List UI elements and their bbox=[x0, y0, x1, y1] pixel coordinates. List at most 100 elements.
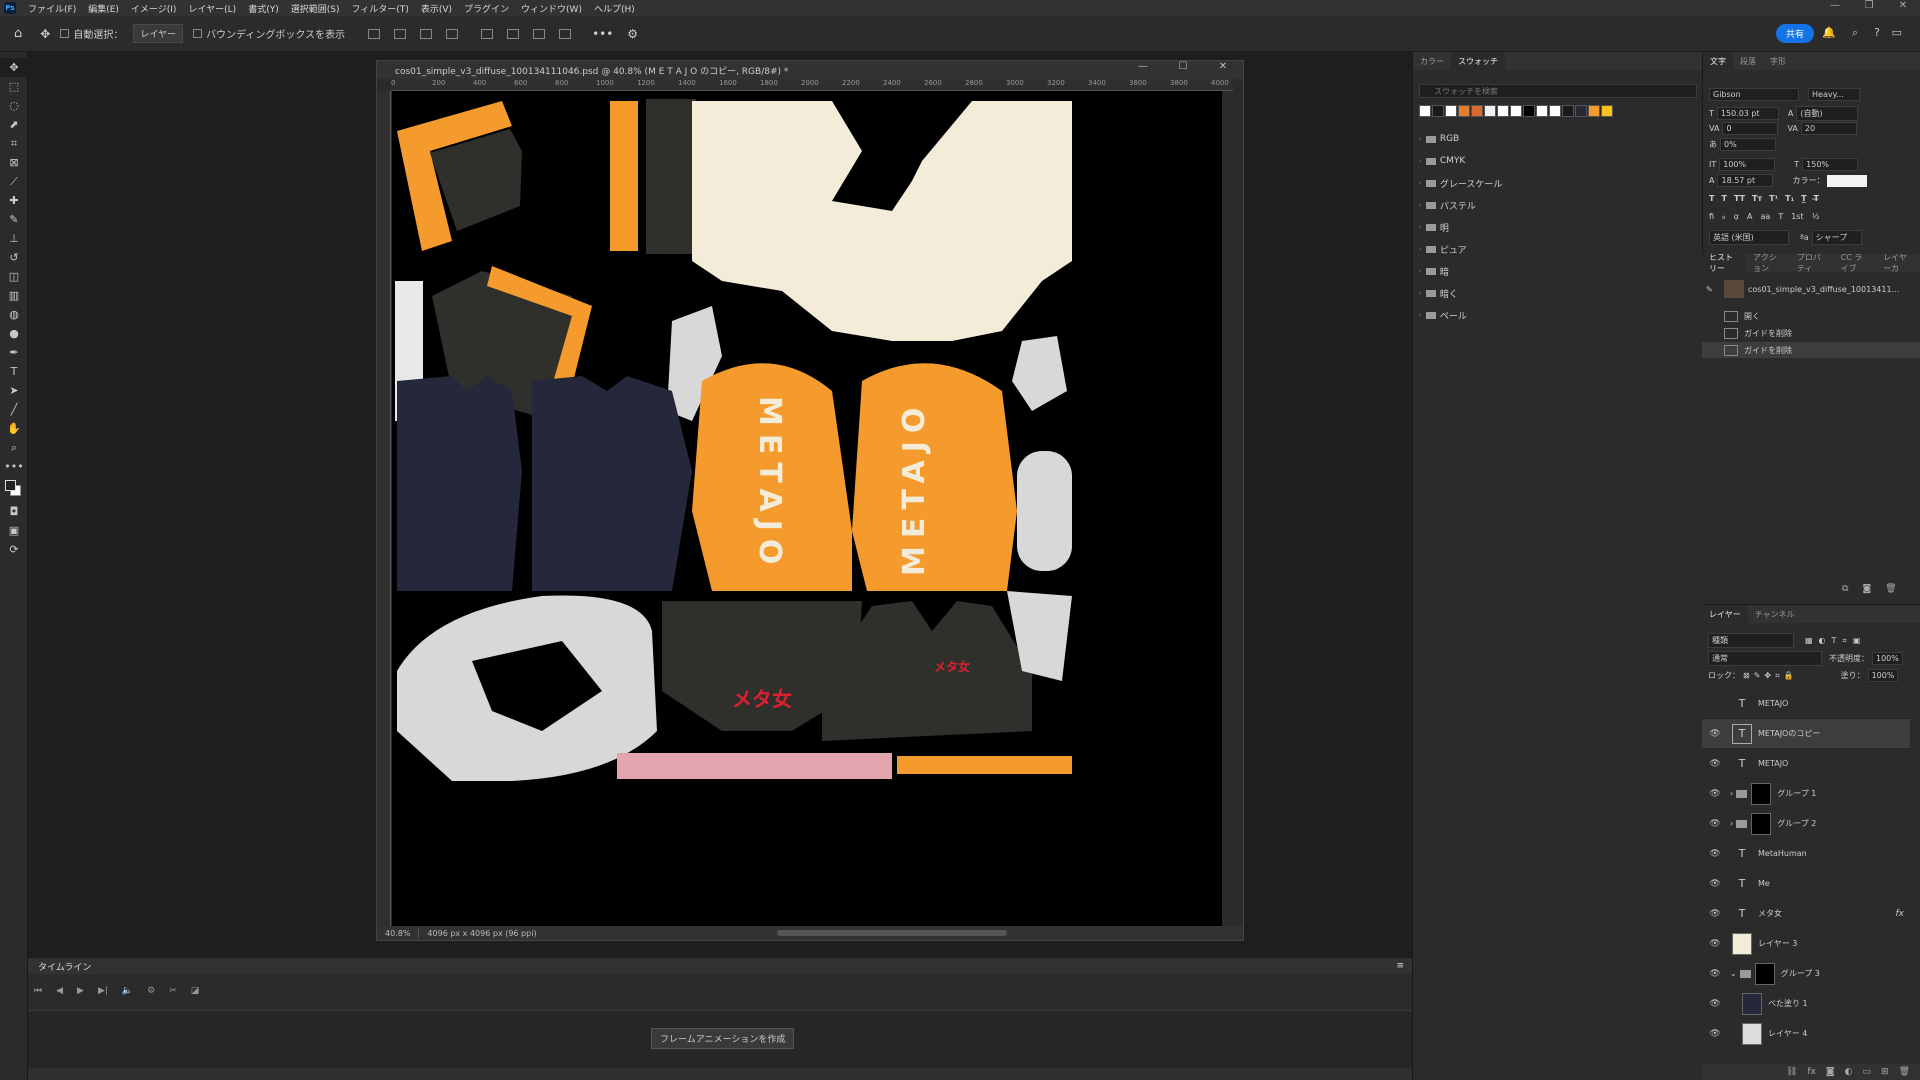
tab-properties[interactable]: プロパティ bbox=[1790, 252, 1834, 274]
camera-icon[interactable]: ◙ bbox=[1862, 584, 1871, 594]
stamp-tool-icon[interactable]: ⊥ bbox=[0, 229, 28, 248]
align-middle-icon[interactable] bbox=[507, 28, 520, 39]
ligature-icon[interactable]: fi bbox=[1709, 212, 1714, 221]
tsume-field[interactable]: 0% bbox=[1720, 138, 1776, 151]
line-tool-icon[interactable]: ╱ bbox=[0, 400, 28, 419]
settings-icon[interactable]: ⚙ bbox=[147, 986, 155, 996]
font-style-dropdown[interactable]: Heavy... bbox=[1808, 88, 1860, 101]
menu-help[interactable]: ヘルプ(H) bbox=[588, 2, 641, 15]
horizontal-scrollbar[interactable] bbox=[777, 930, 1007, 936]
distribute-icon[interactable] bbox=[446, 28, 459, 39]
layer-row[interactable]: 👁 T METAJO bbox=[1702, 749, 1910, 779]
stylistic-icon[interactable]: ᾳ bbox=[1734, 212, 1739, 221]
swatch-folder-light[interactable]: › 明 bbox=[1419, 217, 1449, 237]
image-canvas[interactable]: METAJO METAJO メタ女 メタ女 bbox=[392, 91, 1222, 927]
color-swatch[interactable] bbox=[1432, 105, 1444, 117]
close-icon[interactable]: ✕ bbox=[1886, 0, 1920, 11]
trash-icon[interactable]: 🗑 bbox=[1885, 584, 1896, 594]
next-frame-icon[interactable]: ▶| bbox=[98, 986, 108, 996]
maximize-icon[interactable]: ❐ bbox=[1852, 0, 1886, 11]
doc-minimize-icon[interactable]: — bbox=[1123, 61, 1163, 72]
opacity-field[interactable]: 100% bbox=[1872, 652, 1903, 665]
foreground-color-swatch[interactable] bbox=[5, 480, 16, 491]
color-swatch[interactable] bbox=[1588, 105, 1600, 117]
menu-layer[interactable]: レイヤー(L) bbox=[182, 2, 242, 15]
layer-row[interactable]: 👁 T MetaHuman bbox=[1702, 839, 1910, 869]
eye-icon[interactable]: 👁 bbox=[1708, 759, 1722, 769]
layer-filter-icons[interactable]: ▦◐T⌗▣ bbox=[1805, 636, 1867, 646]
screen-mode-icon[interactable]: ▣ bbox=[0, 521, 28, 540]
color-swatch[interactable] bbox=[1549, 105, 1561, 117]
color-swatch[interactable] bbox=[1419, 105, 1431, 117]
superscript-icon[interactable]: T¹ bbox=[1769, 194, 1778, 203]
eye-icon[interactable]: 👁 bbox=[1708, 909, 1722, 919]
tracking-field[interactable]: 20 bbox=[1800, 122, 1857, 135]
history-item[interactable]: ガイドを削除 bbox=[1702, 325, 1920, 341]
swatch-search-input[interactable]: スウォッチを検索 bbox=[1419, 84, 1697, 98]
eye-icon[interactable]: 👁 bbox=[1708, 849, 1722, 859]
layer-style-icon[interactable]: fx bbox=[1807, 1067, 1816, 1077]
color-swatch[interactable] bbox=[1471, 105, 1483, 117]
link-layers-icon[interactable]: ⛓ bbox=[1786, 1067, 1797, 1077]
all-caps-icon[interactable]: TT bbox=[1734, 194, 1745, 203]
create-frame-animation-button[interactable]: フレームアニメーションを作成 bbox=[651, 1028, 795, 1049]
tab-swatches[interactable]: スウォッチ bbox=[1451, 52, 1505, 70]
leading-field[interactable]: (自動) bbox=[1796, 106, 1859, 121]
swatch-folder-pastel[interactable]: › パステル bbox=[1419, 195, 1476, 215]
small-caps-icon[interactable]: Tт bbox=[1752, 194, 1762, 203]
frame-tool-icon[interactable]: ⊠ bbox=[0, 153, 28, 172]
dodge-tool-icon[interactable]: ● bbox=[0, 324, 28, 343]
history-snapshot[interactable]: ✎ cos01_simple_v3_diffuse_10013411... bbox=[1702, 278, 1920, 300]
more-options-icon[interactable]: ••• bbox=[592, 27, 613, 41]
menu-type[interactable]: 書式(Y) bbox=[242, 2, 285, 15]
distribute-vertical-icon[interactable] bbox=[559, 28, 572, 39]
settings-icon[interactable]: ⚙ bbox=[627, 27, 638, 41]
layer-row[interactable]: 👁 › グループ 2 bbox=[1702, 809, 1910, 839]
zoom-level[interactable]: 40.8% bbox=[377, 928, 420, 938]
add-mask-icon[interactable]: ◙ bbox=[1826, 1067, 1835, 1077]
anti-alias-dropdown[interactable]: シャープ bbox=[1811, 230, 1862, 245]
eye-icon[interactable]: 👁 bbox=[1708, 969, 1722, 979]
color-swatch[interactable] bbox=[1523, 105, 1535, 117]
play-icon[interactable]: ▶ bbox=[77, 986, 84, 996]
eye-icon[interactable]: 👁 bbox=[1708, 1029, 1722, 1039]
zoom-tool-icon[interactable]: ⌕ bbox=[0, 438, 28, 457]
pen-tool-icon[interactable]: ✒ bbox=[0, 343, 28, 362]
color-swatch[interactable] bbox=[1562, 105, 1574, 117]
crop-tool-icon[interactable]: ⌗ bbox=[0, 134, 28, 153]
tab-layers[interactable]: レイヤー bbox=[1702, 605, 1748, 623]
prev-frame-icon[interactable]: ◀ bbox=[56, 986, 63, 996]
audio-icon[interactable]: 🔈 bbox=[122, 986, 133, 996]
layer-row[interactable]: 👁 ⌄ グループ 3 bbox=[1702, 959, 1910, 989]
underline-icon[interactable]: T̲ bbox=[1801, 194, 1806, 203]
search-icon[interactable]: ⌕ bbox=[1852, 26, 1858, 40]
object-select-tool-icon[interactable]: ⬈ bbox=[0, 115, 28, 134]
titling-icon[interactable]: A bbox=[1747, 212, 1752, 221]
strikethrough-icon[interactable]: T̶ bbox=[1814, 194, 1819, 203]
gradient-tool-icon[interactable]: ▥ bbox=[0, 286, 28, 305]
tab-actions[interactable]: アクション bbox=[1746, 252, 1790, 274]
first-frame-icon[interactable]: ⏮ bbox=[34, 986, 42, 996]
marquee-tool-icon[interactable]: ⬚ bbox=[0, 77, 28, 96]
layer-row[interactable]: 👁 レイヤー 4 bbox=[1702, 1019, 1910, 1049]
tab-history[interactable]: ヒストリー bbox=[1702, 253, 1747, 273]
history-item-selected[interactable]: ガイドを削除 bbox=[1702, 342, 1920, 358]
auto-select-option[interactable]: 自動選択： bbox=[60, 26, 123, 41]
language-dropdown[interactable]: 英語 (米国) bbox=[1709, 230, 1789, 245]
adjustment-layer-icon[interactable]: ◐ bbox=[1845, 1067, 1853, 1077]
history-brush-icon[interactable]: ↺ bbox=[0, 248, 28, 267]
color-swatch[interactable] bbox=[1536, 105, 1548, 117]
document-title-bar[interactable]: cos01_simple_v3_diffuse_100134111046.psd… bbox=[377, 61, 1243, 79]
layer-row[interactable]: 👁 T メタ女 fx bbox=[1702, 899, 1910, 929]
horizontal-scale-field[interactable]: 150% bbox=[1802, 158, 1859, 171]
help-icon[interactable]: ? bbox=[1874, 26, 1880, 39]
doc-close-icon[interactable]: ✕ bbox=[1203, 61, 1243, 72]
layer-row-selected[interactable]: 👁 T METAJOのコピー bbox=[1702, 719, 1910, 749]
layer-effects-badge[interactable]: fx bbox=[1896, 909, 1905, 919]
color-swatch[interactable] bbox=[1510, 105, 1522, 117]
swatch-folder-grayscale[interactable]: › グレースケール bbox=[1419, 173, 1502, 193]
layer-filter-dropdown[interactable]: 種類 bbox=[1708, 633, 1794, 648]
type-tool-icon[interactable]: T bbox=[0, 362, 28, 381]
faux-italic-icon[interactable]: T bbox=[1721, 194, 1726, 203]
blend-mode-dropdown[interactable]: 通常 bbox=[1708, 651, 1822, 666]
